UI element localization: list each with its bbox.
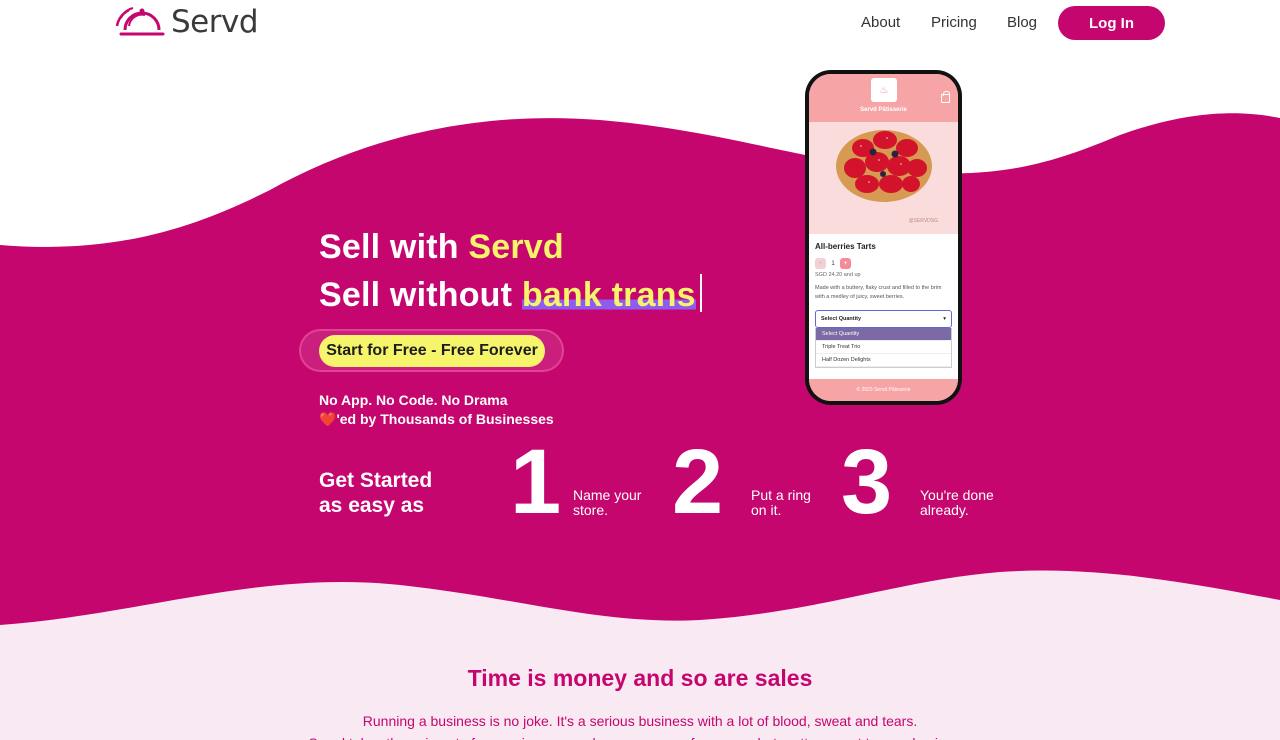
phone-mockup: ♨ Servd Pâtisserie @SERVDSG All-berries … bbox=[805, 70, 962, 405]
quantity-dropdown: Select Quantity Triple Treat Trio Half D… bbox=[815, 328, 952, 368]
social-proof-text: 'ed by Thousands of Businesses bbox=[336, 411, 554, 427]
section-title: Time is money and so are sales bbox=[467, 665, 813, 691]
hero-social-proof: ❤️'ed by Thousands of Businesses bbox=[319, 411, 554, 428]
increase-button[interactable]: + bbox=[840, 258, 851, 269]
step-label-line: on it. bbox=[751, 502, 782, 518]
headline-prefix: Sell with bbox=[319, 228, 469, 266]
get-started-line2: as easy as bbox=[319, 494, 425, 517]
product-description: Made with a buttery, flaky crust and fil… bbox=[815, 285, 942, 300]
product-price: SGD 24.20 and up bbox=[815, 272, 861, 278]
dropdown-option[interactable]: Triple Treat Trio bbox=[816, 341, 951, 354]
headline-prefix: Sell without bbox=[319, 276, 522, 314]
step-label-line: already. bbox=[920, 502, 969, 518]
typing-caret bbox=[699, 274, 702, 312]
step-label: You're done already. bbox=[920, 488, 1000, 518]
login-button[interactable]: Log In bbox=[1058, 6, 1165, 40]
dropdown-option[interactable]: Select Quantity bbox=[816, 328, 951, 341]
shop-logo-icon: ♨ bbox=[871, 78, 897, 102]
quantity-value: 1 bbox=[831, 260, 835, 267]
decrease-button[interactable]: - bbox=[815, 258, 826, 269]
site-header: Servd About Pricing Blog Log In bbox=[0, 0, 1280, 48]
step-number: 1 bbox=[510, 431, 562, 533]
shop-header: ♨ Servd Pâtisserie bbox=[809, 74, 958, 122]
get-started-line1: Get Started bbox=[319, 469, 433, 492]
product-image: @SERVDSG bbox=[809, 122, 958, 234]
shop-name: Servd Pâtisserie bbox=[860, 107, 907, 113]
product-name: All-berries Tarts bbox=[815, 242, 876, 251]
phone-screen: ♨ Servd Pâtisserie @SERVDSG All-berries … bbox=[809, 74, 958, 401]
product-details: All-berries Tarts - 1 + SGD 24.20 and up… bbox=[809, 234, 958, 368]
photo-credit: @SERVDSG bbox=[908, 218, 938, 224]
hero-subline: No App. No Code. No Drama bbox=[319, 392, 508, 408]
chevron-down-icon: ▾ bbox=[943, 316, 946, 322]
step-label: Put a ring on it. bbox=[751, 488, 831, 518]
headline-typed-text: bank trans bbox=[521, 276, 696, 314]
cloche-icon bbox=[115, 7, 165, 36]
quantity-stepper: - 1 + bbox=[815, 258, 952, 269]
dropdown-option[interactable]: Half Dozen Delights bbox=[816, 354, 951, 367]
step-number: 2 bbox=[672, 431, 724, 533]
section-text: Running a business is no joke. It's a se… bbox=[362, 713, 918, 729]
step-label-line: store. bbox=[573, 502, 609, 518]
step-label: Name your store. bbox=[573, 488, 653, 518]
servd-logo[interactable]: Servd bbox=[115, 4, 259, 40]
shopping-bag-icon[interactable] bbox=[941, 91, 950, 103]
quantity-select[interactable]: Select Quantity ▾ bbox=[815, 310, 952, 328]
step-label-line: Put a ring bbox=[751, 487, 811, 503]
select-value: Select Quantity bbox=[821, 316, 862, 322]
nav-blog-link[interactable]: Blog bbox=[1007, 14, 1037, 31]
step-number: 3 bbox=[841, 431, 893, 533]
heart-icon: ❤️ bbox=[319, 411, 337, 427]
step-label-line: Name your bbox=[573, 487, 642, 503]
hero-headline-line1: Sell with Servd bbox=[319, 228, 564, 267]
hero-wave-background bbox=[0, 0, 1280, 740]
nav-pricing-link[interactable]: Pricing bbox=[931, 14, 977, 31]
strawberries-illustration bbox=[844, 131, 927, 193]
hero-headline-line2: Sell without bank trans bbox=[319, 274, 702, 315]
start-free-button[interactable]: Start for Free - Free Forever bbox=[319, 335, 545, 367]
get-started-title: Get Started as easy as bbox=[319, 468, 432, 518]
shop-footer: © 2023 Servd Pâtisserie bbox=[809, 379, 958, 401]
step-label-line: You're done bbox=[920, 487, 994, 503]
logo-text: Servd bbox=[171, 4, 259, 40]
nav-about-link[interactable]: About bbox=[861, 14, 900, 31]
section-text: Servd takes the pain out of managing you… bbox=[0, 732, 1280, 740]
headline-brand-highlight: Servd bbox=[468, 228, 564, 266]
